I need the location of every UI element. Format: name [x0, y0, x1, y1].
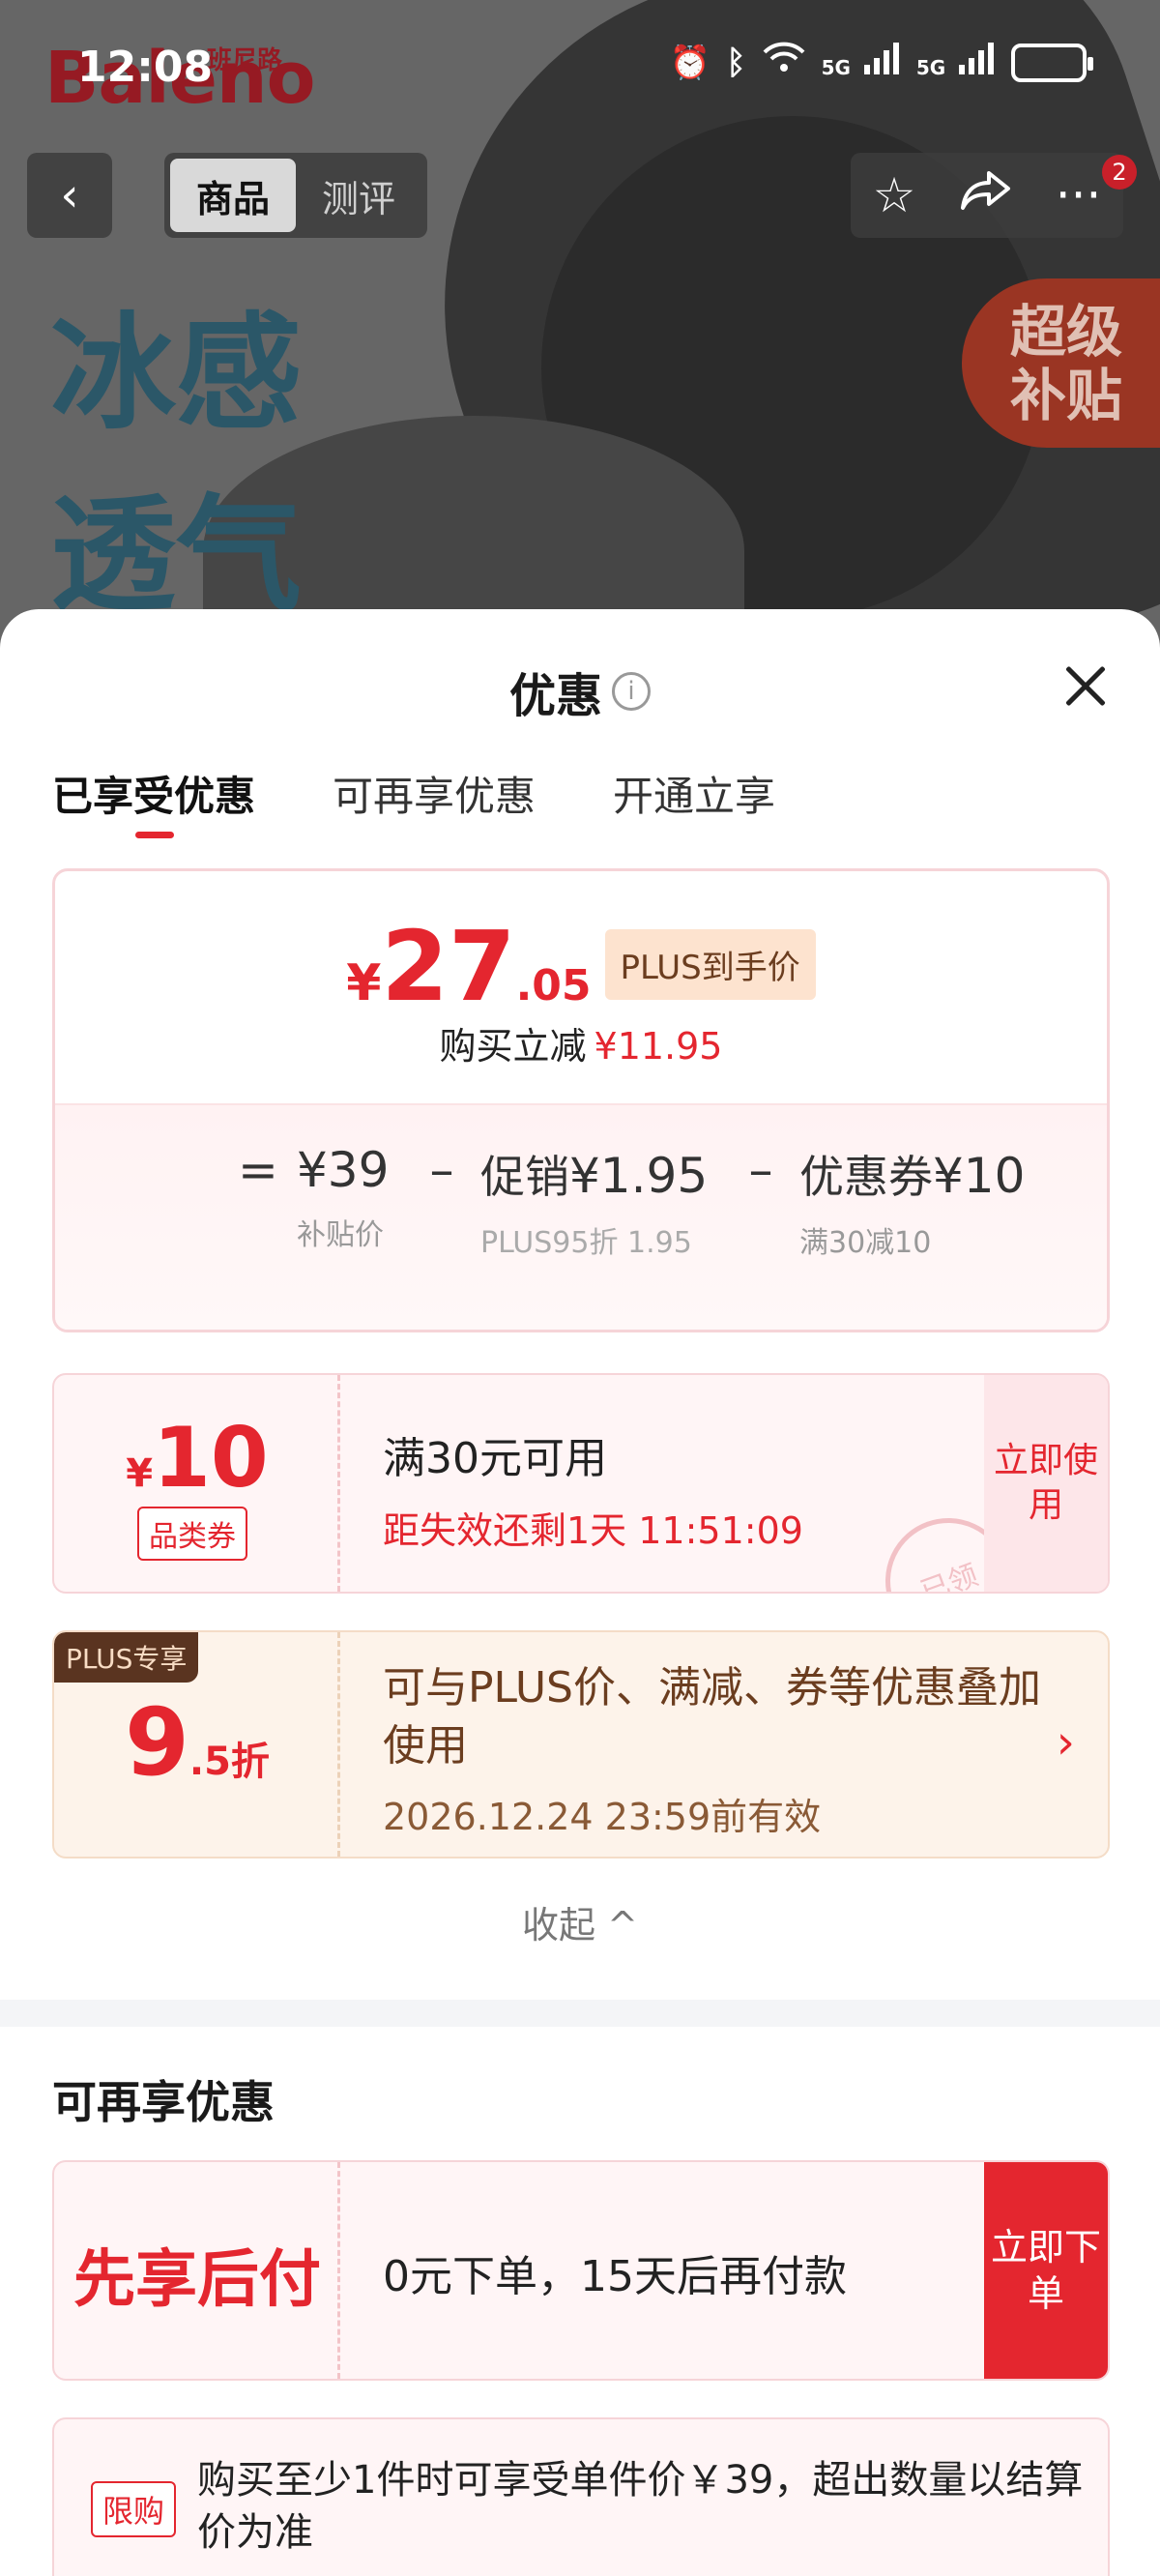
- status-icons: ⏰ ᛒ 5G 5G: [669, 41, 1093, 84]
- instant-cut-amount: ¥11.95: [594, 1025, 723, 1068]
- network-label: 5G: [821, 56, 851, 79]
- signal-icon: 5G: [916, 42, 996, 83]
- signal-icon: 5G: [822, 42, 901, 83]
- price-summary-card: ¥27.05 PLUS到手价 购买立减 ¥11.95 = ¥39 补贴价 – 促销¥…: [52, 868, 1110, 1332]
- battery-icon: [1011, 43, 1093, 82]
- purchase-limit-card: 限购 购买至少1件时可享受单件价￥39，超出数量以结算价为准: [52, 2417, 1110, 2576]
- plus-left-panel: PLUS专享 9.5折: [54, 1632, 340, 1857]
- use-now-button[interactable]: 立即使用: [984, 1375, 1108, 1592]
- plus-discount-card[interactable]: PLUS专享 9.5折 可与PLUS价、满减、券等优惠叠加使用 2026.12.…: [52, 1630, 1110, 1859]
- plus-discount-value: 9.5折: [54, 1688, 340, 1797]
- share-icon[interactable]: [960, 167, 1012, 223]
- discount-tabs: 已享受优惠 可再享优惠 开通立享: [52, 764, 775, 838]
- coupon-condition: 满30元可用: [383, 1434, 607, 1483]
- notification-badge: 2: [1102, 155, 1137, 190]
- coupon-currency: ¥: [126, 1451, 154, 1496]
- plus-price-tag: PLUS到手价: [604, 929, 816, 1000]
- order-now-button[interactable]: 立即下单: [984, 2162, 1108, 2379]
- section-divider: [0, 2000, 1160, 2027]
- bnpl-label: 先享后付: [73, 2244, 321, 2316]
- price-decimal: .05: [515, 961, 592, 1010]
- star-icon[interactable]: ☆: [873, 167, 916, 223]
- limit-text: 购买至少1件时可享受单件价￥39，超出数量以结算价为准: [197, 2458, 1084, 2555]
- breakdown-coupon: 优惠券¥10 满30减10: [799, 1142, 1051, 1262]
- more-offers-title: 可再享优惠: [52, 2076, 275, 2128]
- sheet-title-label: 优惠: [508, 669, 602, 723]
- breakdown-promo: 促销¥1.95 PLUS95折 1.95: [480, 1142, 722, 1262]
- plus-exclusive-tag: PLUS专享: [54, 1632, 199, 1683]
- more-icon[interactable]: ···: [1056, 167, 1102, 223]
- bnpl-description: 0元下单，15天后再付款: [383, 2252, 847, 2301]
- collapse-link[interactable]: 收起 ^: [0, 1895, 1160, 1948]
- plus-description: 可与PLUS价、满减、券等优惠叠加使用: [383, 1663, 1041, 1771]
- coupon-number: 10: [153, 1410, 269, 1507]
- final-price: ¥27.05 PLUS到手价: [55, 910, 1107, 1023]
- nav-actions: ☆ ···: [851, 153, 1123, 238]
- coupon-note: 满30减10: [799, 1226, 932, 1260]
- product-review-switcher: 商品 测评: [164, 153, 427, 238]
- tab-product[interactable]: 商品: [170, 159, 296, 232]
- price-integer: 27: [381, 910, 516, 1023]
- promo-label: 促销: [480, 1151, 569, 1203]
- hero-overlay: [0, 0, 1160, 677]
- minus-sign: –: [429, 1142, 454, 1198]
- buy-now-pay-later-card: 先享后付 0元下单，15天后再付款 立即下单: [52, 2160, 1110, 2381]
- tab-review[interactable]: 测评: [296, 159, 421, 232]
- base-value: ¥39: [297, 1142, 390, 1198]
- instant-cut: 购买立减 ¥11.95: [55, 1016, 1107, 1069]
- coupon-value: ¥10: [933, 1148, 1026, 1204]
- equals-sign: =: [238, 1142, 278, 1198]
- coupon-expire-countdown: 距失效还剩1天 11:51:09: [383, 1509, 803, 1552]
- plus-expire-date: 2026.12.24 23:59前有效: [383, 1796, 822, 1838]
- promo-note: PLUS95折 1.95: [480, 1226, 692, 1260]
- coupon-type-tag: 品类券: [137, 1507, 247, 1561]
- close-button[interactable]: [1056, 658, 1114, 716]
- back-button[interactable]: ‹: [27, 153, 112, 238]
- info-icon[interactable]: i: [612, 672, 651, 711]
- promo-value: ¥1.95: [569, 1148, 709, 1204]
- tab-enjoyed[interactable]: 已享受优惠: [52, 764, 255, 838]
- discount-sheet: 优惠 i 已享受优惠 可再享优惠 开通立享 ¥27.05 PLUS到手价 购买立减 ¥…: [0, 609, 1160, 2576]
- tab-available[interactable]: 可再享优惠: [333, 764, 536, 822]
- wifi-icon: [762, 41, 806, 84]
- discount-big: 9: [125, 1688, 189, 1797]
- price-breakdown: = ¥39 补贴价 – 促销¥1.95 PLUS95折 1.95 – 优惠券¥1…: [219, 1142, 1051, 1262]
- price-currency: ¥: [346, 954, 382, 1012]
- coupon-amount: ¥10: [54, 1410, 340, 1507]
- network-label: 5G: [915, 56, 946, 79]
- category-coupon-card: ¥10 品类券 满30元可用 距失效还剩1天 11:51:09 已领 立即使用: [52, 1373, 1110, 1594]
- status-time: 12:08: [77, 43, 214, 92]
- bnpl-left-panel: 先享后付: [54, 2162, 340, 2379]
- minus-sign: –: [748, 1142, 773, 1198]
- instant-cut-label: 购买立减: [439, 1025, 587, 1068]
- coupon-label: 优惠券: [799, 1151, 933, 1203]
- product-hero-image: Baleno 班尼路 冰感 透气 超级 补贴: [0, 0, 1160, 677]
- alarm-icon: ⏰: [669, 43, 711, 82]
- bluetooth-icon: ᛒ: [726, 43, 746, 82]
- sheet-title: 优惠 i: [0, 658, 1160, 725]
- chevron-left-icon: ‹: [60, 168, 79, 222]
- discount-small: .5折: [188, 1740, 270, 1784]
- base-note: 补贴价: [297, 1218, 384, 1252]
- limit-tag: 限购: [91, 2481, 177, 2537]
- breakdown-base: ¥39 补贴价: [297, 1142, 403, 1254]
- coupon-left-panel: ¥10 品类券: [54, 1375, 340, 1592]
- chevron-right-icon[interactable]: ›: [1057, 1715, 1075, 1770]
- tab-open-to-enjoy[interactable]: 开通立享: [613, 764, 775, 822]
